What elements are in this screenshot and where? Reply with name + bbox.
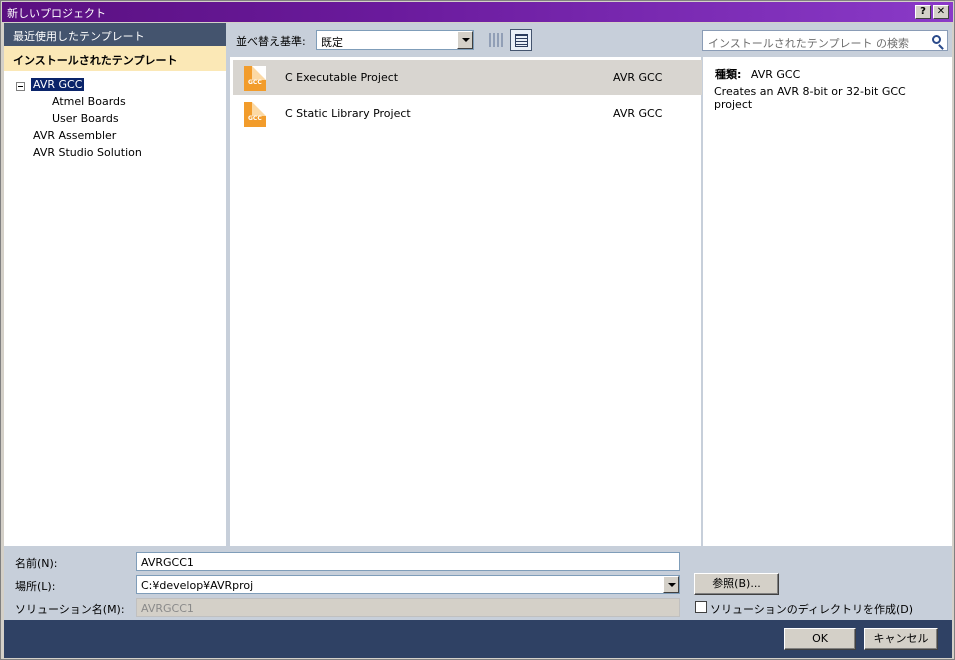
template-language: AVR GCC — [613, 71, 663, 84]
solution-name-label: ソリューション名(M): — [15, 603, 125, 616]
type-value: AVR GCC — [750, 68, 801, 81]
recent-templates-label: 最近使用したテンプレート — [13, 30, 145, 43]
close-button[interactable]: ✕ — [933, 5, 949, 19]
gcc-project-icon: GCC — [244, 102, 266, 127]
template-name: C Static Library Project — [285, 107, 411, 120]
small-icons-view-icon — [489, 33, 503, 47]
installed-templates-header[interactable]: インストールされたテンプレート — [4, 46, 226, 71]
template-description: Creates an AVR 8-bit or 32-bit GCC proje… — [714, 85, 906, 111]
location-input[interactable]: C:¥develop¥AVRproj — [136, 575, 680, 594]
template-list: GCC C Executable Project AVR GCC GCC C S… — [230, 57, 702, 546]
create-directory-label: ソリューションのディレクトリを作成(D) — [710, 603, 914, 616]
window-title: 新しいプロジェクト — [7, 7, 106, 20]
location-value: C:¥develop¥AVRproj — [141, 579, 254, 592]
tree-item-user-boards[interactable]: User Boards — [52, 112, 119, 125]
title-bar[interactable]: 新しいプロジェクト ? ✕ — [2, 2, 953, 22]
solution-name-input: AVRGCC1 — [136, 598, 680, 617]
collapse-toggle-icon[interactable] — [16, 82, 25, 91]
list-view-button[interactable] — [510, 29, 532, 51]
type-label: 種類: — [715, 68, 742, 81]
name-label: 名前(N): — [15, 557, 58, 570]
template-item-c-static-library[interactable]: GCC C Static Library Project AVR GCC — [233, 96, 702, 131]
tree-item-avr-studio-solution[interactable]: AVR Studio Solution — [33, 146, 142, 159]
template-type-row: 種類: AVR GCC — [715, 66, 800, 82]
tree-item-avr-assembler[interactable]: AVR Assembler — [33, 129, 116, 142]
solution-name-value: AVRGCC1 — [141, 602, 194, 615]
cancel-button[interactable]: キャンセル — [864, 628, 938, 650]
template-language: AVR GCC — [613, 107, 663, 120]
template-categories-pane: 最近使用したテンプレート インストールされたテンプレート AVR GCC Atm… — [4, 23, 226, 546]
search-icon[interactable] — [932, 35, 941, 44]
location-label: 場所(L): — [15, 580, 56, 593]
template-search-input[interactable]: インストールされたテンプレート の検索 — [702, 30, 948, 51]
create-directory-checkbox[interactable] — [695, 601, 707, 613]
installed-templates-label: インストールされたテンプレート — [13, 54, 178, 67]
dialog-client: 最近使用したテンプレート インストールされたテンプレート AVR GCC Atm… — [4, 23, 952, 658]
sort-label: 並べ替え基準: — [236, 35, 306, 48]
template-name: C Executable Project — [285, 71, 399, 84]
recent-templates-header[interactable]: 最近使用したテンプレート — [4, 23, 226, 46]
chevron-down-icon[interactable] — [663, 576, 679, 593]
list-view-icon — [515, 34, 528, 47]
template-details-pane: 種類: AVR GCC Creates an AVR 8-bit or 32-b… — [703, 57, 952, 546]
search-placeholder: インストールされたテンプレート の検索 — [708, 37, 909, 50]
sort-select[interactable]: 既定 — [316, 30, 474, 50]
help-button[interactable]: ? — [915, 5, 931, 19]
tree-item-atmel-boards[interactable]: Atmel Boards — [52, 95, 126, 108]
template-toolbar: 並べ替え基準: 既定 インストールされたテンプレート の検索 — [230, 23, 952, 57]
new-project-dialog: 新しいプロジェクト ? ✕ 最近使用したテンプレート インストールされたテンプレ… — [0, 0, 955, 660]
name-value: AVRGCC1 — [141, 556, 194, 569]
tree-item-avr-gcc[interactable]: AVR GCC — [31, 78, 85, 91]
small-icons-view-button[interactable] — [486, 30, 506, 50]
sort-value: 既定 — [321, 36, 343, 49]
gcc-project-icon: GCC — [244, 66, 266, 91]
template-item-c-executable[interactable]: GCC C Executable Project AVR GCC — [233, 60, 702, 95]
chevron-down-icon[interactable] — [457, 31, 473, 49]
ok-button[interactable]: OK — [784, 628, 856, 650]
name-input[interactable]: AVRGCC1 — [136, 552, 680, 571]
tree-item-label: AVR GCC — [31, 78, 85, 91]
browse-button[interactable]: 参照(B)... — [694, 573, 779, 595]
